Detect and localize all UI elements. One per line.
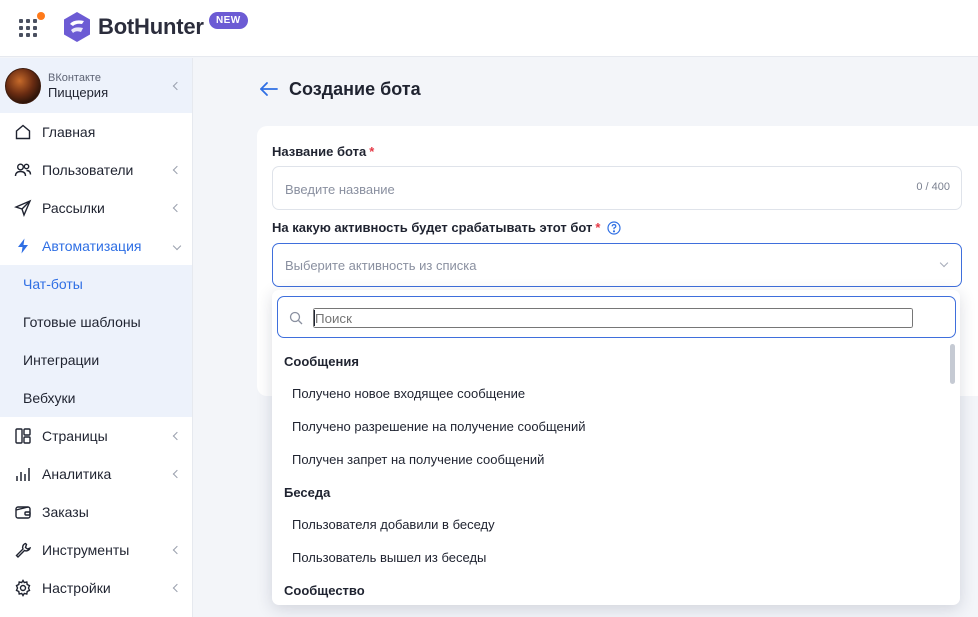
chevron-left-icon <box>172 545 182 555</box>
top-header: BotHunter NEW <box>0 0 978 57</box>
sidebar-item-label: Пользователи <box>42 162 134 178</box>
account-name: Пиццерия <box>48 84 109 100</box>
search-icon <box>289 311 303 325</box>
chevron-left-icon <box>172 81 182 90</box>
bot-name-label: Название бота * <box>272 144 374 159</box>
dropdown-option[interactable]: Получено разрешение на получение сообщен… <box>272 410 960 443</box>
sidebar-subitem-chatbots[interactable]: Чат-боты <box>0 265 192 303</box>
logo[interactable]: BotHunter <box>62 11 204 43</box>
sidebar-item-orders[interactable]: Заказы <box>0 493 192 531</box>
required-mark: * <box>369 144 375 159</box>
option-group-header: Сообщения <box>284 353 359 369</box>
gear-icon <box>14 579 32 597</box>
sidebar-item-label: Главная <box>42 124 96 140</box>
activity-select[interactable]: Выберите активность из списка <box>272 243 962 287</box>
chevron-left-icon <box>172 203 182 213</box>
sidebar-item-label: Заказы <box>42 504 89 520</box>
sidebar-item-label: Рассылки <box>42 200 105 216</box>
send-icon <box>14 199 32 217</box>
sidebar-subitem-templates[interactable]: Готовые шаблоны <box>0 303 192 341</box>
sidebar-item-label: Настройки <box>42 580 111 596</box>
dropdown-option[interactable]: Пользователя добавили в беседу <box>272 508 960 541</box>
activity-label-text: На какую активность будет срабатывать эт… <box>272 220 593 235</box>
sidebar-item-mailings[interactable]: Рассылки <box>0 189 192 227</box>
activity-dropdown: Сообщения Получено новое входящее сообще… <box>272 290 960 605</box>
sidebar-item-label: Аналитика <box>42 466 112 482</box>
bot-name-input[interactable] <box>285 179 885 199</box>
activity-label: На какую активность будет срабатывать эт… <box>272 220 622 235</box>
chevron-down-icon <box>172 241 182 251</box>
sidebar-item-label: Страницы <box>42 428 108 444</box>
chevron-left-icon <box>172 583 182 593</box>
new-badge: NEW <box>209 12 248 29</box>
sidebar-item-home[interactable]: Главная <box>0 113 192 151</box>
account-network: ВКонтакте <box>48 71 101 84</box>
bothunter-logo-icon <box>64 12 90 42</box>
bot-name-field: 0 / 400 <box>272 166 962 210</box>
analytics-icon <box>14 465 32 483</box>
account-switcher[interactable]: ВКонтакте Пиццерия <box>0 58 192 113</box>
dropdown-search <box>277 296 956 338</box>
sidebar-item-settings[interactable]: Настройки <box>0 569 192 607</box>
dropdown-scrollbar[interactable] <box>950 344 955 384</box>
dropdown-option[interactable]: Получено новое входящее сообщение <box>272 377 960 410</box>
pages-icon <box>14 427 32 445</box>
page-title: Создание бота <box>289 78 421 99</box>
dropdown-list: Сообщения Получено новое входящее сообще… <box>272 345 960 605</box>
automation-submenu: Чат-боты Готовые шаблоны Интеграции Вебх… <box>0 265 192 417</box>
lightning-icon <box>14 237 32 255</box>
char-counter: 0 / 400 <box>916 181 950 193</box>
wallet-icon <box>14 503 32 521</box>
brand-name: BotHunter <box>98 14 204 39</box>
sidebar: ВКонтакте Пиццерия Главная Пользователи … <box>0 58 193 617</box>
dropdown-option[interactable]: Получен запрет на получение сообщений <box>272 443 960 476</box>
sidebar-item-tools[interactable]: Инструменты <box>0 531 192 569</box>
page-header: Создание бота <box>258 78 421 100</box>
text-caret <box>314 310 315 326</box>
apps-grid-icon[interactable] <box>17 17 39 39</box>
sidebar-item-users[interactable]: Пользователи <box>0 151 192 189</box>
users-icon <box>14 161 32 179</box>
sidebar-item-automation[interactable]: Автоматизация <box>0 227 192 265</box>
home-icon <box>14 123 32 141</box>
required-mark: * <box>595 220 601 235</box>
help-icon[interactable] <box>607 220 622 235</box>
activity-select-placeholder: Выберите активность из списка <box>285 258 477 273</box>
sidebar-subitem-webhooks[interactable]: Вебхуки <box>0 379 192 417</box>
bot-name-label-text: Название бота <box>272 144 367 159</box>
wrench-icon <box>14 541 32 559</box>
sidebar-item-pages[interactable]: Страницы <box>0 417 192 455</box>
avatar <box>5 67 41 104</box>
sidebar-item-label: Инструменты <box>42 542 130 558</box>
option-group-header: Беседа <box>284 484 331 500</box>
back-arrow-icon[interactable] <box>258 78 280 100</box>
option-group-header: Сообщество <box>284 582 365 598</box>
sidebar-subitem-integrations[interactable]: Интеграции <box>0 341 192 379</box>
dropdown-search-input[interactable] <box>313 308 913 328</box>
sidebar-item-label: Автоматизация <box>42 238 142 254</box>
sidebar-item-analytics[interactable]: Аналитика <box>0 455 192 493</box>
chevron-left-icon <box>172 431 182 441</box>
chevron-down-icon <box>939 258 949 268</box>
chevron-left-icon <box>172 469 182 479</box>
chevron-left-icon <box>172 165 182 175</box>
dropdown-option[interactable]: Пользователь вышел из беседы <box>272 541 960 574</box>
notification-dot <box>37 12 45 20</box>
